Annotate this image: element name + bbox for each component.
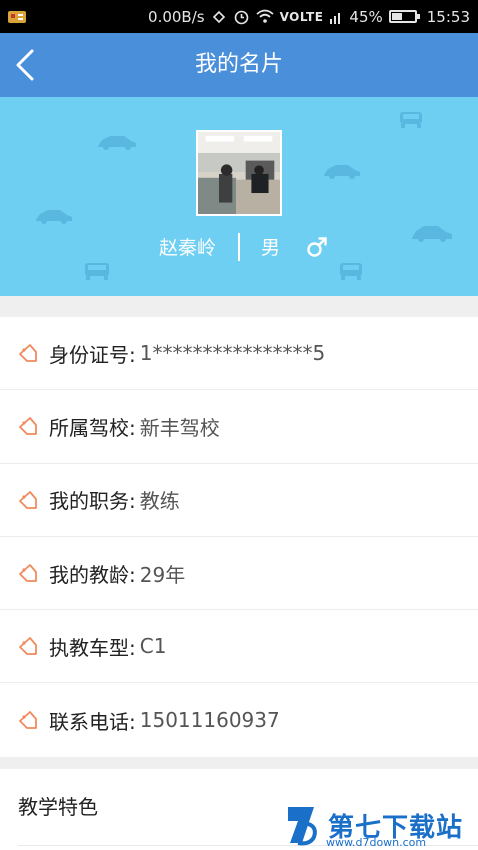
info-row-teaching-years: 我的教龄: 29年 <box>0 537 478 611</box>
nav-bar: 我的名片 <box>0 33 478 97</box>
info-label: 身份证号: <box>49 342 136 367</box>
info-value: 新丰驾校 <box>139 415 220 440</box>
phone-value[interactable]: 15011160937 <box>140 708 280 732</box>
section-gap <box>0 296 478 317</box>
info-value: 29年 <box>139 562 186 587</box>
alarm-icon <box>234 10 248 25</box>
info-label: 联系电话: <box>49 709 136 734</box>
tag-icon <box>19 490 37 509</box>
battery-icon <box>388 10 420 23</box>
status-bar: 0.00B/s VOLTE 45% 15:53 <box>0 0 478 33</box>
car-decoration-icon <box>324 165 360 179</box>
car-decoration-icon <box>98 136 136 150</box>
info-label: 我的教龄: <box>49 562 136 587</box>
profile-name: 赵秦岭 <box>158 237 216 259</box>
wifi-icon <box>256 9 274 23</box>
info-row-position: 我的职务: 教练 <box>0 464 478 537</box>
battery-fill <box>391 13 402 20</box>
info-value: C1 <box>139 634 167 659</box>
volte-indicator: VOLTE <box>279 9 324 24</box>
watermark-logo-icon <box>288 807 317 846</box>
info-label: 我的职务: <box>49 489 136 514</box>
tag-icon <box>19 417 37 436</box>
info-list: 身份证号: 1****************5 所属驾校: 新丰驾校 我的职务… <box>0 317 478 757</box>
tag-icon <box>19 637 37 656</box>
profile-header: 赵秦岭 男 <box>0 97 478 296</box>
watermark: 第七下载站 www.d7down.com <box>284 800 478 850</box>
teaching-features-title: 教学特色 <box>18 795 98 819</box>
info-row-id-number: 身份证号: 1****************5 <box>0 317 478 391</box>
tag-icon <box>19 711 37 730</box>
tag-icon <box>19 344 37 363</box>
page-title: 我的名片 <box>194 52 283 77</box>
info-label: 执教车型: <box>49 635 136 660</box>
name-row: 赵秦岭 男 <box>0 233 478 263</box>
profile-gender: 男 <box>261 237 281 259</box>
app-notification-icon <box>8 11 26 23</box>
watermark-url: www.d7down.com <box>326 836 427 849</box>
male-icon <box>307 237 327 257</box>
car-decoration-icon <box>36 210 72 224</box>
name-divider <box>238 233 240 261</box>
section-gap <box>0 757 478 769</box>
battery-percent: 45% <box>349 7 383 26</box>
clock: 15:53 <box>426 7 470 26</box>
rotation-lock-icon <box>212 10 225 23</box>
info-row-phone[interactable]: 联系电话: 15011160937 <box>0 683 478 756</box>
car-decoration-icon <box>400 112 422 128</box>
info-row-driving-school: 所属驾校: 新丰驾校 <box>0 390 478 464</box>
signal-icon <box>330 12 341 24</box>
info-value: 1****************5 <box>139 341 326 366</box>
status-right: 0.00B/s VOLTE 45% 15:53 <box>148 0 470 33</box>
avatar[interactable] <box>196 130 282 216</box>
info-row-vehicle-type: 执教车型: C1 <box>0 610 478 684</box>
info-label: 所属驾校: <box>49 415 136 440</box>
network-speed: 0.00B/s <box>148 7 205 26</box>
info-value: 教练 <box>139 489 180 514</box>
tag-icon <box>19 564 37 582</box>
